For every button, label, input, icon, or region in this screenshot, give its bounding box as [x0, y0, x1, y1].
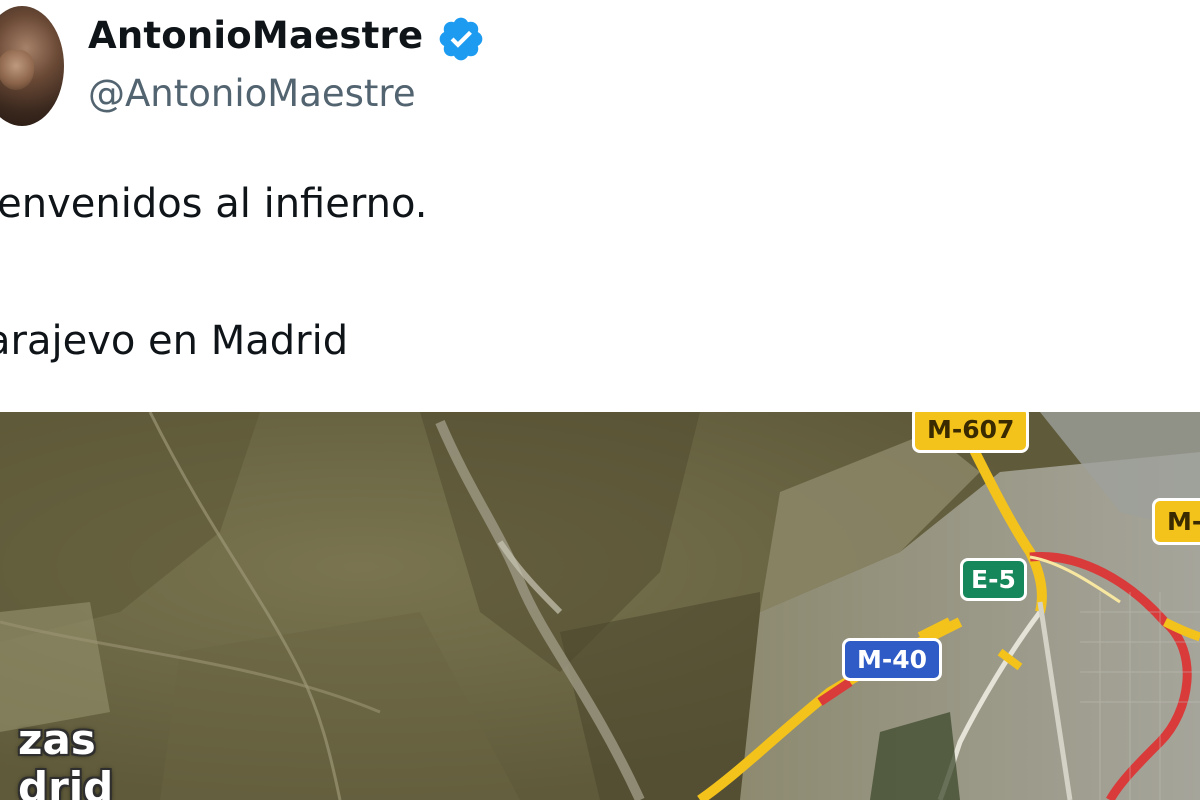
author-handle[interactable]: @AntonioMaestre: [88, 72, 416, 115]
field-patch: [0, 602, 110, 732]
place-label-line-1: zas: [18, 715, 96, 764]
avatar[interactable]: [0, 6, 64, 126]
road-label-e5: E-5: [960, 558, 1027, 601]
tweet-screenshot: AntonioMaestre @AntonioMaestre ienvenido…: [0, 0, 1200, 800]
road-label-m607: M-607: [912, 412, 1030, 453]
road-label-m-partial: M-6: [1152, 498, 1200, 545]
tweet-text-line-2: arajevo en Madrid: [0, 318, 349, 364]
place-label: zas drid: [18, 716, 113, 800]
satellite-map: [0, 412, 1200, 800]
road-label-m40: M-40: [842, 638, 943, 681]
author-display-name[interactable]: AntonioMaestre: [88, 14, 423, 57]
tweet-text-line-1: ienvenidos al infierno.: [0, 181, 428, 227]
tweet-media-map[interactable]: M-607 M-6 E-5 M-40 zas drid: [0, 412, 1200, 800]
verified-badge-icon: [439, 17, 483, 61]
place-label-line-2: drid: [18, 763, 114, 800]
